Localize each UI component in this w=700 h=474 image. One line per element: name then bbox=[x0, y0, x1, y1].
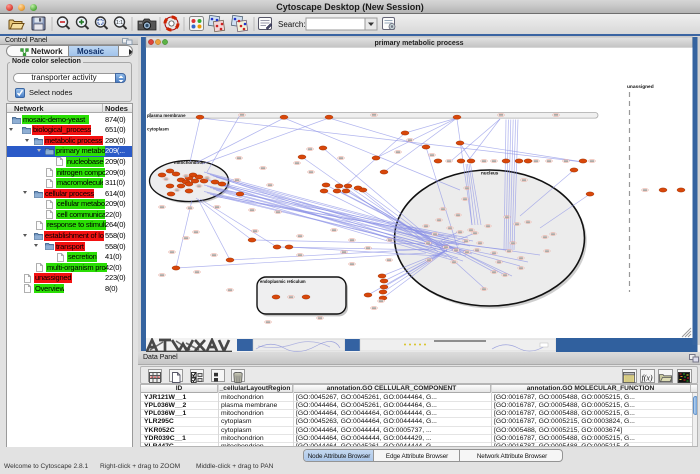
svg-text:primary metabolic process: primary metabolic process bbox=[374, 40, 463, 47]
svg-text:f(x): f(x) bbox=[641, 374, 652, 383]
svg-text:endoplasmic reticulum: endoplasmic reticulum bbox=[260, 279, 306, 284]
svg-text:Search:: Search: bbox=[278, 20, 306, 29]
svg-text:plasma membrane: plasma membrane bbox=[147, 113, 186, 118]
svg-text:1:1: 1:1 bbox=[116, 20, 123, 26]
svg-text:nucleus: nucleus bbox=[481, 171, 499, 176]
svg-text:unassigned: unassigned bbox=[627, 84, 654, 90]
svg-text:cytoplasm: cytoplasm bbox=[147, 127, 169, 132]
